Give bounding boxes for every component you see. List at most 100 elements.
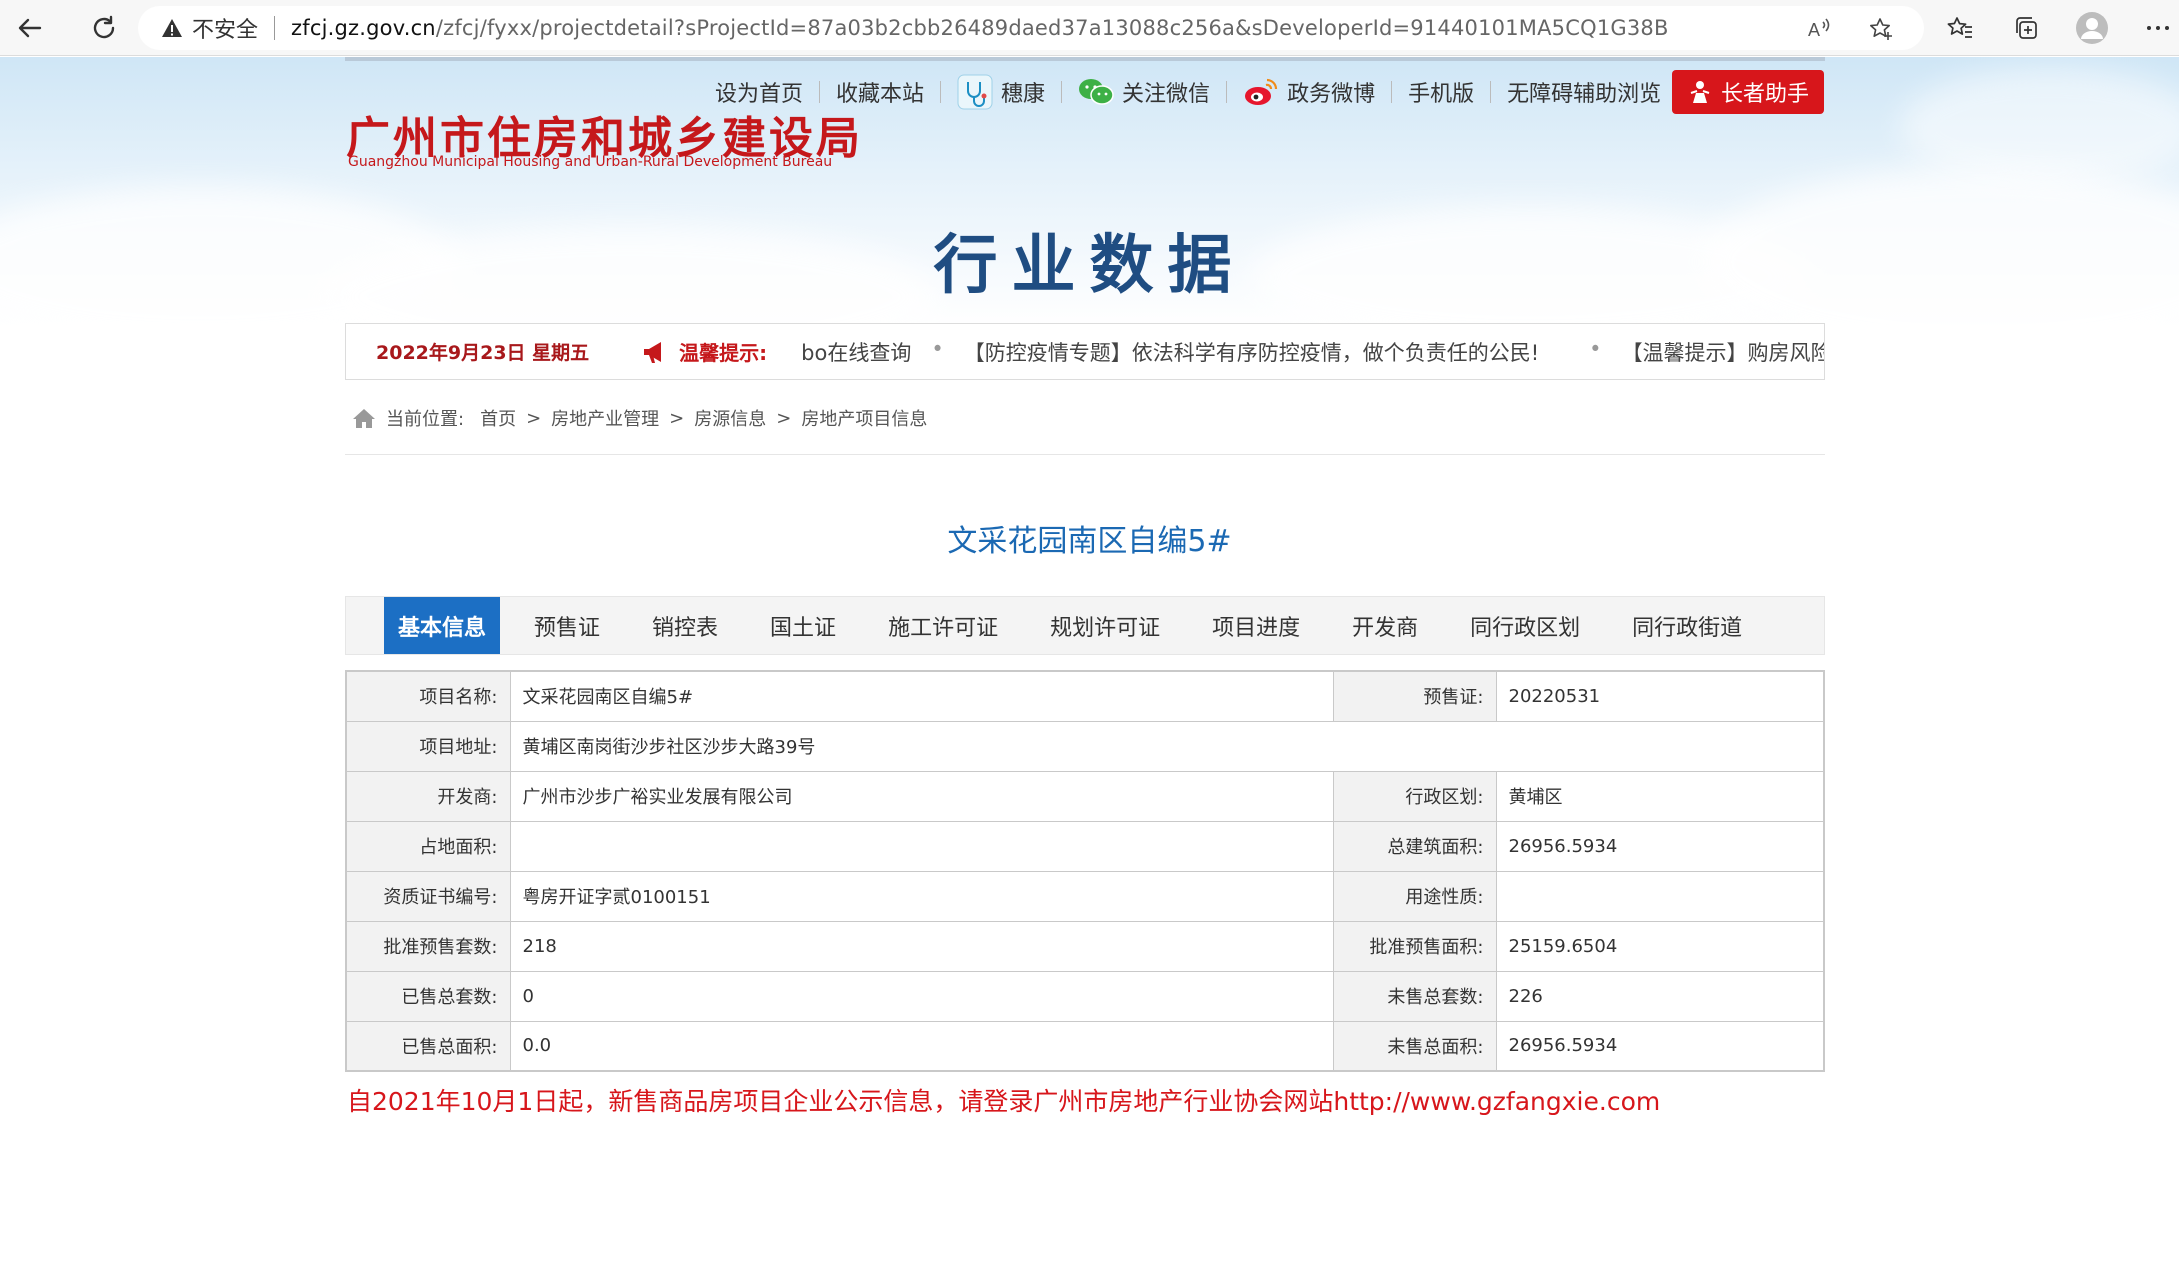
breadcrumb-project-info[interactable]: 房地产项目信息 [801,405,927,431]
weibo-link[interactable]: 政务微博 [1243,76,1375,108]
site-logo-subtitle: Guangzhou Municipal Housing and Urban-Ru… [348,154,833,170]
tab-presale-cert[interactable]: 预售证 [516,597,618,654]
suikang-link[interactable]: 穗康 [957,74,1045,110]
link-divider [940,81,942,103]
breadcrumb-separator: > [776,407,792,429]
wechat-icon [1079,79,1114,105]
total-building-area-value: 26956.5934 [1495,820,1825,872]
footer-notice[interactable]: 自2021年10月1日起，新售商品房项目企业公示信息，请登录广州市房地产行业协会… [347,1082,1660,1118]
bookmark-site-link[interactable]: 收藏本站 [836,76,924,108]
address-bar[interactable]: 不安全 zfcj.gz.gov.cn/zfcj/fyxx/projectdeta… [138,6,1924,50]
address-label: 项目地址: [345,720,511,772]
tab-land-cert[interactable]: 国土证 [752,597,854,654]
sold-area-value: 0.0 [509,1020,1334,1072]
project-info-table: 项目名称: 文采花园南区自编5# 预售证: 20220531 项目地址: 黄埔区… [345,670,1825,1072]
arrow-left-icon [18,18,42,37]
project-name-value: 文采花园南区自编5# [509,670,1334,722]
warning-icon [162,19,182,37]
table-row: 资质证书编号: 粤房开证字贰0100151 用途性质: [345,870,1825,922]
notice-item[interactable]: 【防控疫情专题】依法科学有序防控疫情，做个负责任的公民! [964,337,1539,367]
section-title: 行业数据 [933,228,1246,303]
notice-label-text: 温馨提示: [679,341,768,365]
url-host: zfcj.gz.gov.cn [291,16,436,40]
elder-assistant-button[interactable]: 长者助手 [1672,70,1824,114]
current-date: 2022年9月23日 星期五 [376,342,590,364]
project-name-label: 项目名称: [345,670,511,722]
more-icon [2147,26,2169,30]
table-row: 项目地址: 黄埔区南岗街沙步社区沙步大路39号 [345,720,1825,772]
unsold-area-label: 未售总面积: [1332,1020,1497,1072]
breadcrumb-prefix: 当前位置: [386,409,465,430]
weibo-label: 政务微博 [1287,82,1376,107]
unsold-units-label: 未售总套数: [1332,970,1497,1022]
megaphone-icon [644,341,662,363]
tab-same-street[interactable]: 同行政街道 [1614,597,1760,654]
approved-area-value: 25159.6504 [1495,920,1825,972]
land-area-label: 占地面积: [345,820,511,872]
usage-label: 用途性质: [1332,870,1497,922]
district-label: 行政区划: [1332,770,1497,822]
breadcrumb-separator: > [669,407,685,429]
url-path: /zfcj/fyxx/projectdetail?sProjectId=87a0… [435,16,1669,40]
notice-item[interactable]: bo在线查询 [801,337,911,367]
breadcrumb-real-estate[interactable]: 房地产业管理 [551,405,659,431]
tab-same-district[interactable]: 同行政区划 [1452,597,1598,654]
link-divider [1226,81,1228,103]
wechat-label: 关注微信 [1122,82,1211,107]
table-row: 占地面积: 总建筑面积: 26956.5934 [345,820,1825,872]
mobile-version-link[interactable]: 手机版 [1408,76,1474,108]
weibo-icon [1245,78,1278,105]
sold-units-label: 已售总套数: [345,970,511,1022]
usage-value [1495,870,1825,922]
breadcrumb-listings[interactable]: 房源信息 [694,405,766,431]
tab-sales-control[interactable]: 销控表 [634,597,736,654]
table-row: 已售总套数: 0 未售总套数: 226 [345,970,1825,1022]
unsold-units-value: 226 [1495,970,1825,1022]
collections-button[interactable] [2006,8,2046,48]
sold-area-label: 已售总面积: [345,1020,511,1072]
address-value: 黄埔区南岗街沙步社区沙步大路39号 [509,720,1825,772]
table-row: 项目名称: 文采花园南区自编5# 预售证: 20220531 [345,670,1825,722]
browser-toolbar: 不安全 zfcj.gz.gov.cn/zfcj/fyxx/projectdeta… [0,0,2179,56]
add-favorite-icon[interactable] [1868,16,1894,42]
breadcrumb-divider [345,454,1825,455]
read-aloud-icon[interactable]: A [1806,16,1832,42]
accessible-browse-link[interactable]: 无障碍辅助浏览 [1507,76,1661,108]
qualification-cert-value: 粤房开证字贰0100151 [509,870,1334,922]
elder-assistant-label: 长者助手 [1720,82,1809,107]
wechat-link[interactable]: 关注微信 [1078,76,1210,108]
favorites-button[interactable] [1940,8,1980,48]
back-button[interactable] [8,6,52,50]
total-building-area-label: 总建筑面积: [1332,820,1497,872]
notice-label: 温馨提示: [641,337,767,366]
table-row: 已售总面积: 0.0 未售总面积: 26956.5934 [345,1020,1825,1072]
tab-planning-permit[interactable]: 规划许可证 [1032,597,1178,654]
sold-units-value: 0 [509,970,1334,1022]
approved-units-label: 批准预售套数: [345,920,511,972]
project-title: 文采花园南区自编5# [947,524,1232,559]
link-divider [1391,81,1393,103]
link-divider [819,81,821,103]
tab-construction-permit[interactable]: 施工许可证 [870,597,1016,654]
profile-button[interactable] [2072,8,2112,48]
tab-developer[interactable]: 开发商 [1334,597,1436,654]
breadcrumb-home[interactable]: 首页 [480,405,516,431]
svg-text:A: A [1808,20,1820,40]
url-text[interactable]: zfcj.gz.gov.cn/zfcj/fyxx/projectdetail?s… [291,16,1669,40]
district-value: 黄埔区 [1495,770,1825,822]
notice-item[interactable]: 【温馨提示】购房风险 [1622,337,1824,367]
refresh-icon [93,15,115,38]
suikang-label: 穗康 [1001,82,1046,107]
notice-bar: 2022年9月23日 星期五 温馨提示: bo在线查询 • 【防控疫情专题】依法… [345,323,1825,380]
refresh-button[interactable] [82,6,126,50]
tab-basic-info[interactable]: 基本信息 [384,597,501,654]
qualification-cert-label: 资质证书编号: [345,870,511,922]
developer-value: 广州市沙步广裕实业发展有限公司 [509,770,1334,822]
link-divider [1490,81,1492,103]
tab-progress[interactable]: 项目进度 [1194,597,1318,654]
set-home-link[interactable]: 设为首页 [715,76,803,108]
more-menu-button[interactable] [2138,8,2178,48]
unsold-area-value: 26956.5934 [1495,1020,1825,1072]
presale-cert-value: 20220531 [1495,670,1825,722]
security-indicator[interactable]: 不安全 [160,12,258,44]
